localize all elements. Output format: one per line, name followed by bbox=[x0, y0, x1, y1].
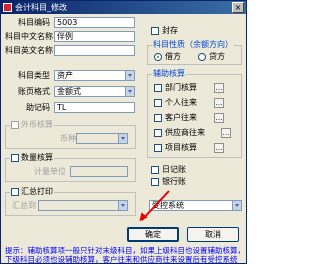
debit-radio[interactable] bbox=[154, 53, 162, 61]
aux-item-label: 部门核算 bbox=[165, 83, 197, 92]
mnemonic-field[interactable]: TL bbox=[54, 102, 135, 113]
mnemonic-label: 助记码 bbox=[26, 103, 50, 112]
aux-accounting-group: 辅助核算 部门核算 … 个人往来 … 客户往来 … 供应商往来 … 项目核算 … bbox=[147, 69, 242, 158]
currency-label: 币种 bbox=[60, 134, 76, 143]
aux-item-checkbox[interactable] bbox=[154, 114, 162, 122]
type-select[interactable]: 资产 bbox=[54, 70, 135, 81]
debit-label: 借方 bbox=[165, 52, 181, 61]
currency-select[interactable] bbox=[76, 133, 128, 144]
type-select-value: 资产 bbox=[57, 71, 73, 80]
chevron-down-icon[interactable] bbox=[118, 201, 127, 210]
aux-item-detail-button[interactable]: … bbox=[214, 98, 224, 108]
title-bar: 会计科目_修改 × bbox=[1, 1, 246, 14]
bank-journal-label: 银行账 bbox=[162, 177, 186, 186]
unit-label: 计量单位 bbox=[34, 167, 66, 176]
aux-item-label: 供应商往来 bbox=[165, 128, 205, 137]
cn-name-field[interactable]: 伴例 bbox=[54, 31, 135, 42]
type-label: 科目类型 bbox=[18, 71, 50, 80]
daily-journal-label: 日记账 bbox=[162, 165, 186, 174]
tip-line-2: 下级科目必须也设辅助核算，客户往来和供应商往来设置后有受控系统 bbox=[5, 255, 238, 264]
credit-radio[interactable] bbox=[198, 53, 206, 61]
foreign-currency-title: 外币核算 bbox=[10, 120, 54, 130]
format-select-value: 金额式 bbox=[57, 87, 81, 96]
nature-title: 科目性质（余额方向） bbox=[152, 40, 234, 50]
aux-item-checkbox[interactable] bbox=[154, 84, 162, 92]
daily-journal-checkbox[interactable] bbox=[151, 166, 159, 174]
aux-item-label: 客户往来 bbox=[165, 113, 197, 122]
credit-label: 贷方 bbox=[209, 52, 225, 61]
aux-item-detail-button[interactable]: … bbox=[214, 143, 224, 153]
chevron-down-icon[interactable] bbox=[125, 71, 134, 80]
chevron-down-icon[interactable] bbox=[125, 87, 134, 96]
aux-item-detail-button[interactable]: … bbox=[214, 83, 224, 93]
code-label: 科目编码 bbox=[18, 18, 50, 27]
format-select[interactable]: 金额式 bbox=[54, 86, 135, 97]
cn-name-label: 科目中文名称 bbox=[5, 32, 53, 41]
aux-item-checkbox[interactable] bbox=[154, 144, 162, 152]
app-icon bbox=[3, 3, 12, 12]
summary-to-select[interactable] bbox=[38, 200, 128, 211]
foreign-currency-group: 外币核算 币种 bbox=[5, 120, 136, 149]
window-title: 会计科目_修改 bbox=[15, 3, 67, 12]
en-name-field[interactable] bbox=[54, 45, 135, 56]
summary-print-group: 汇总打印 汇总到 bbox=[5, 187, 136, 216]
code-field[interactable]: 5003 bbox=[54, 17, 135, 28]
cancel-button[interactable]: 取消 bbox=[187, 227, 239, 242]
foreign-currency-checkbox[interactable] bbox=[11, 120, 19, 129]
aux-accounting-title: 辅助核算 bbox=[152, 69, 186, 79]
sealed-label: 封存 bbox=[162, 26, 178, 35]
format-label: 账页格式 bbox=[18, 87, 50, 96]
unit-field[interactable] bbox=[70, 166, 128, 177]
aux-item-detail-button[interactable]: … bbox=[214, 113, 224, 123]
aux-item-checkbox[interactable] bbox=[154, 99, 162, 107]
quantity-group: 数量核算 计量单位 bbox=[5, 153, 136, 182]
aux-item-checkbox[interactable] bbox=[154, 129, 162, 137]
nature-group: 科目性质（余额方向） 借方 贷方 bbox=[147, 40, 242, 65]
ok-button[interactable]: 确定 bbox=[127, 227, 179, 242]
aux-item-detail-button[interactable]: … bbox=[221, 128, 231, 138]
en-name-label: 科目英文名称 bbox=[5, 46, 53, 55]
quantity-checkbox[interactable] bbox=[11, 153, 19, 162]
bank-journal-checkbox[interactable] bbox=[151, 178, 159, 186]
quantity-title: 数量核算 bbox=[10, 153, 54, 163]
close-button[interactable]: × bbox=[232, 2, 244, 13]
summary-to-label: 汇总到 bbox=[12, 201, 36, 210]
account-edit-dialog: 会计科目_修改 × 科目编码 5003 科目中文名称 伴例 科目英文名称 科目类… bbox=[0, 0, 247, 264]
chevron-down-icon[interactable] bbox=[232, 201, 241, 210]
summary-print-checkbox[interactable] bbox=[11, 187, 19, 196]
summary-print-title: 汇总打印 bbox=[10, 187, 54, 197]
chevron-down-icon[interactable] bbox=[118, 134, 127, 143]
controlled-system-select[interactable]: 受控系统 bbox=[149, 200, 242, 211]
aux-item-label: 个人往来 bbox=[165, 98, 197, 107]
sealed-checkbox[interactable] bbox=[151, 27, 159, 35]
aux-item-label: 项目核算 bbox=[165, 143, 197, 152]
